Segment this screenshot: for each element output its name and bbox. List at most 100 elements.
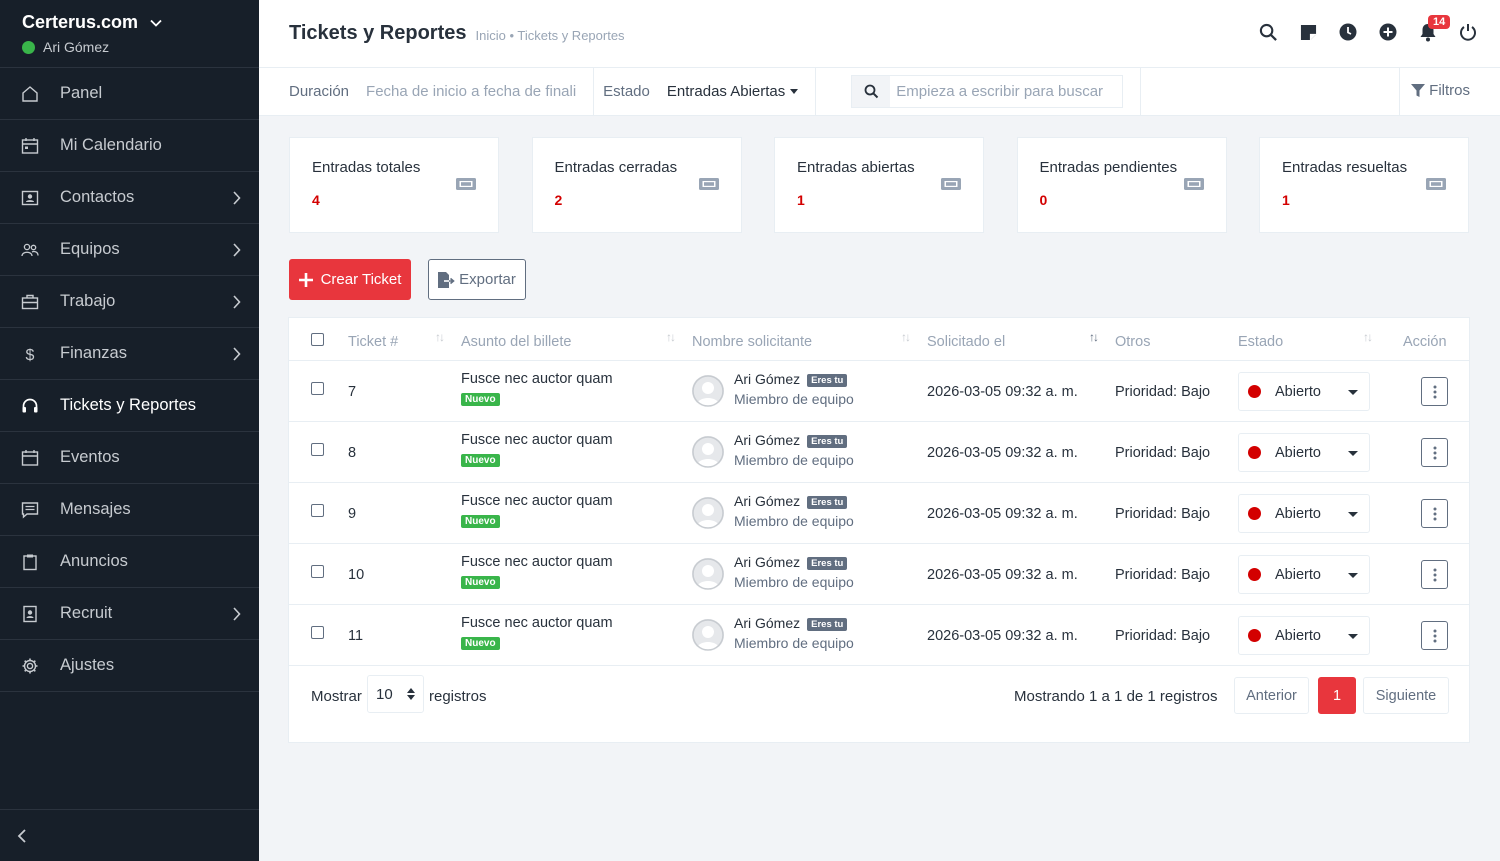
ticket-id[interactable]: 11 bbox=[348, 628, 363, 644]
sort-icon[interactable]: ↑↓ bbox=[666, 330, 676, 344]
per-page-select[interactable]: 10 bbox=[367, 675, 424, 713]
sidebar-item-panel[interactable]: Panel bbox=[0, 68, 259, 120]
status-select[interactable]: Abierto bbox=[1238, 616, 1370, 655]
sidebar-item-contactos[interactable]: Contactos bbox=[0, 172, 259, 224]
sort-icon[interactable]: ↑↓ bbox=[1363, 330, 1373, 344]
company-switcher[interactable]: Certerus.com Ari Gómez bbox=[0, 0, 259, 68]
page-1-button[interactable]: 1 bbox=[1318, 677, 1356, 714]
row-action-menu-button[interactable] bbox=[1421, 560, 1448, 589]
you-badge: Eres tu bbox=[807, 496, 848, 509]
requester-name[interactable]: Ari Gómez bbox=[734, 615, 800, 631]
ticket-id[interactable]: 10 bbox=[348, 567, 364, 583]
status-filter-select[interactable]: Entradas Abiertas bbox=[667, 83, 799, 100]
ticket-icon bbox=[1425, 175, 1447, 193]
table-row[interactable]: 9 Fusce nec auctor quam Nuevo Ari Gómez Eres… bbox=[289, 483, 1469, 544]
requested-date: 2026-03-05 09:32 a. m. bbox=[927, 384, 1078, 400]
priority: Prioridad: Bajo bbox=[1115, 384, 1211, 400]
date-range-input[interactable]: Fecha de inicio a fecha de finali bbox=[366, 83, 576, 100]
sidebar-item-eventos[interactable]: Eventos bbox=[0, 432, 259, 484]
create-ticket-label: Crear Ticket bbox=[320, 271, 402, 288]
row-action-menu-button[interactable] bbox=[1421, 377, 1448, 406]
row-action-menu-button[interactable] bbox=[1421, 621, 1448, 650]
column-requested-on[interactable]: Solicitado el bbox=[927, 334, 1005, 350]
per-page-value: 10 bbox=[376, 685, 393, 703]
sort-icon[interactable]: ↑↓ bbox=[435, 330, 445, 344]
file-export-icon bbox=[438, 271, 455, 288]
filters-button[interactable]: Filtros bbox=[1411, 82, 1470, 99]
column-subject[interactable]: Asunto del billete bbox=[461, 334, 571, 350]
sidebar-item-trabajo[interactable]: Trabajo bbox=[0, 276, 259, 328]
breadcrumb: Inicio • Tickets y Reportes bbox=[475, 27, 625, 43]
requester-name[interactable]: Ari Gómez bbox=[734, 493, 800, 509]
sidebar-item-label: Finanzas bbox=[60, 344, 127, 362]
previous-page-button[interactable]: Anterior bbox=[1234, 677, 1309, 714]
ticket-subject[interactable]: Fusce nec auctor quam bbox=[461, 371, 613, 387]
more-vertical-icon bbox=[1433, 629, 1436, 642]
sticky-note-icon[interactable] bbox=[1298, 22, 1318, 42]
row-checkbox[interactable] bbox=[311, 504, 324, 517]
funnel-icon bbox=[1411, 83, 1426, 97]
requester-name[interactable]: Ari Gómez bbox=[734, 554, 800, 570]
row-checkbox[interactable] bbox=[311, 443, 324, 456]
sidebar-item-recruit[interactable]: Recruit bbox=[0, 588, 259, 640]
sidebar-item-tickets-y-reportes[interactable]: Tickets y Reportes bbox=[0, 380, 259, 432]
sidebar-item-finanzas[interactable]: $ Finanzas bbox=[0, 328, 259, 380]
ticket-subject[interactable]: Fusce nec auctor quam bbox=[461, 615, 613, 631]
table-row[interactable]: 11 Fusce nec auctor quam Nuevo Ari Gómez Ere… bbox=[289, 605, 1469, 666]
sort-icon[interactable]: ↑↓ bbox=[901, 330, 911, 344]
sidebar-item-equipos[interactable]: Equipos bbox=[0, 224, 259, 276]
clock-icon[interactable] bbox=[1338, 22, 1358, 42]
column-status[interactable]: Estado bbox=[1238, 334, 1283, 350]
select-all-checkbox[interactable] bbox=[311, 333, 324, 346]
export-button[interactable]: Exportar bbox=[428, 259, 526, 300]
create-ticket-button[interactable]: Crear Ticket bbox=[289, 259, 411, 300]
power-icon[interactable] bbox=[1458, 22, 1478, 42]
next-page-button[interactable]: Siguiente bbox=[1363, 677, 1449, 714]
stat-card-value: 4 bbox=[312, 192, 320, 208]
ticket-subject[interactable]: Fusce nec auctor quam bbox=[461, 554, 613, 570]
status-select[interactable]: Abierto bbox=[1238, 494, 1370, 533]
table-row[interactable]: 10 Fusce nec auctor quam Nuevo Ari Gómez Ere… bbox=[289, 544, 1469, 605]
ticket-id[interactable]: 9 bbox=[348, 506, 356, 522]
headset-icon bbox=[21, 397, 39, 415]
row-checkbox[interactable] bbox=[311, 565, 324, 578]
ticket-id[interactable]: 8 bbox=[348, 445, 356, 461]
status-select[interactable]: Abierto bbox=[1238, 555, 1370, 594]
caret-down-icon bbox=[790, 89, 799, 94]
more-vertical-icon bbox=[1433, 568, 1436, 581]
table-row[interactable]: 8 Fusce nec auctor quam Nuevo Ari Gómez Eres… bbox=[289, 422, 1469, 483]
sidebar-item-ajustes[interactable]: Ajustes bbox=[0, 640, 259, 692]
row-checkbox[interactable] bbox=[311, 626, 324, 639]
row-action-menu-button[interactable] bbox=[1421, 499, 1448, 528]
ticket-id[interactable]: 7 bbox=[348, 384, 356, 400]
column-ticket[interactable]: Ticket # bbox=[348, 334, 398, 350]
divider bbox=[1399, 67, 1400, 116]
status-value: Abierto bbox=[1275, 627, 1321, 644]
sidebar-item-anuncios[interactable]: Anuncios bbox=[0, 536, 259, 588]
column-requester[interactable]: Nombre solicitante bbox=[692, 334, 812, 350]
row-action-menu-button[interactable] bbox=[1421, 438, 1448, 467]
search-input[interactable] bbox=[890, 83, 1119, 100]
row-checkbox[interactable] bbox=[311, 382, 324, 395]
requester-name[interactable]: Ari Gómez bbox=[734, 432, 800, 448]
bell-icon[interactable]: 14 bbox=[1418, 15, 1451, 42]
sort-icon[interactable]: ↑↓ bbox=[1089, 330, 1099, 344]
you-badge: Eres tu bbox=[807, 618, 848, 631]
requester-role: Miembro de equipo bbox=[734, 513, 854, 529]
table-row[interactable]: 7 Fusce nec auctor quam Nuevo Ari Gómez Eres… bbox=[289, 361, 1469, 422]
sidebar-item-label: Mensajes bbox=[60, 500, 131, 518]
status-select[interactable]: Abierto bbox=[1238, 433, 1370, 472]
ticket-subject[interactable]: Fusce nec auctor quam bbox=[461, 432, 613, 448]
caret-down-icon bbox=[1348, 512, 1358, 517]
status-select[interactable]: Abierto bbox=[1238, 372, 1370, 411]
sidebar-item-mensajes[interactable]: Mensajes bbox=[0, 484, 259, 536]
sidebar-collapse-button[interactable] bbox=[0, 809, 259, 861]
sidebar-item-mi-calendario[interactable]: Mi Calendario bbox=[0, 120, 259, 172]
ticket-subject[interactable]: Fusce nec auctor quam bbox=[461, 493, 613, 509]
plus-circle-icon[interactable] bbox=[1378, 22, 1398, 42]
status-value: Abierto bbox=[1275, 383, 1321, 400]
you-badge: Eres tu bbox=[807, 557, 848, 570]
new-badge: Nuevo bbox=[461, 576, 500, 589]
requester-name[interactable]: Ari Gómez bbox=[734, 371, 800, 387]
search-icon[interactable] bbox=[1258, 22, 1278, 42]
